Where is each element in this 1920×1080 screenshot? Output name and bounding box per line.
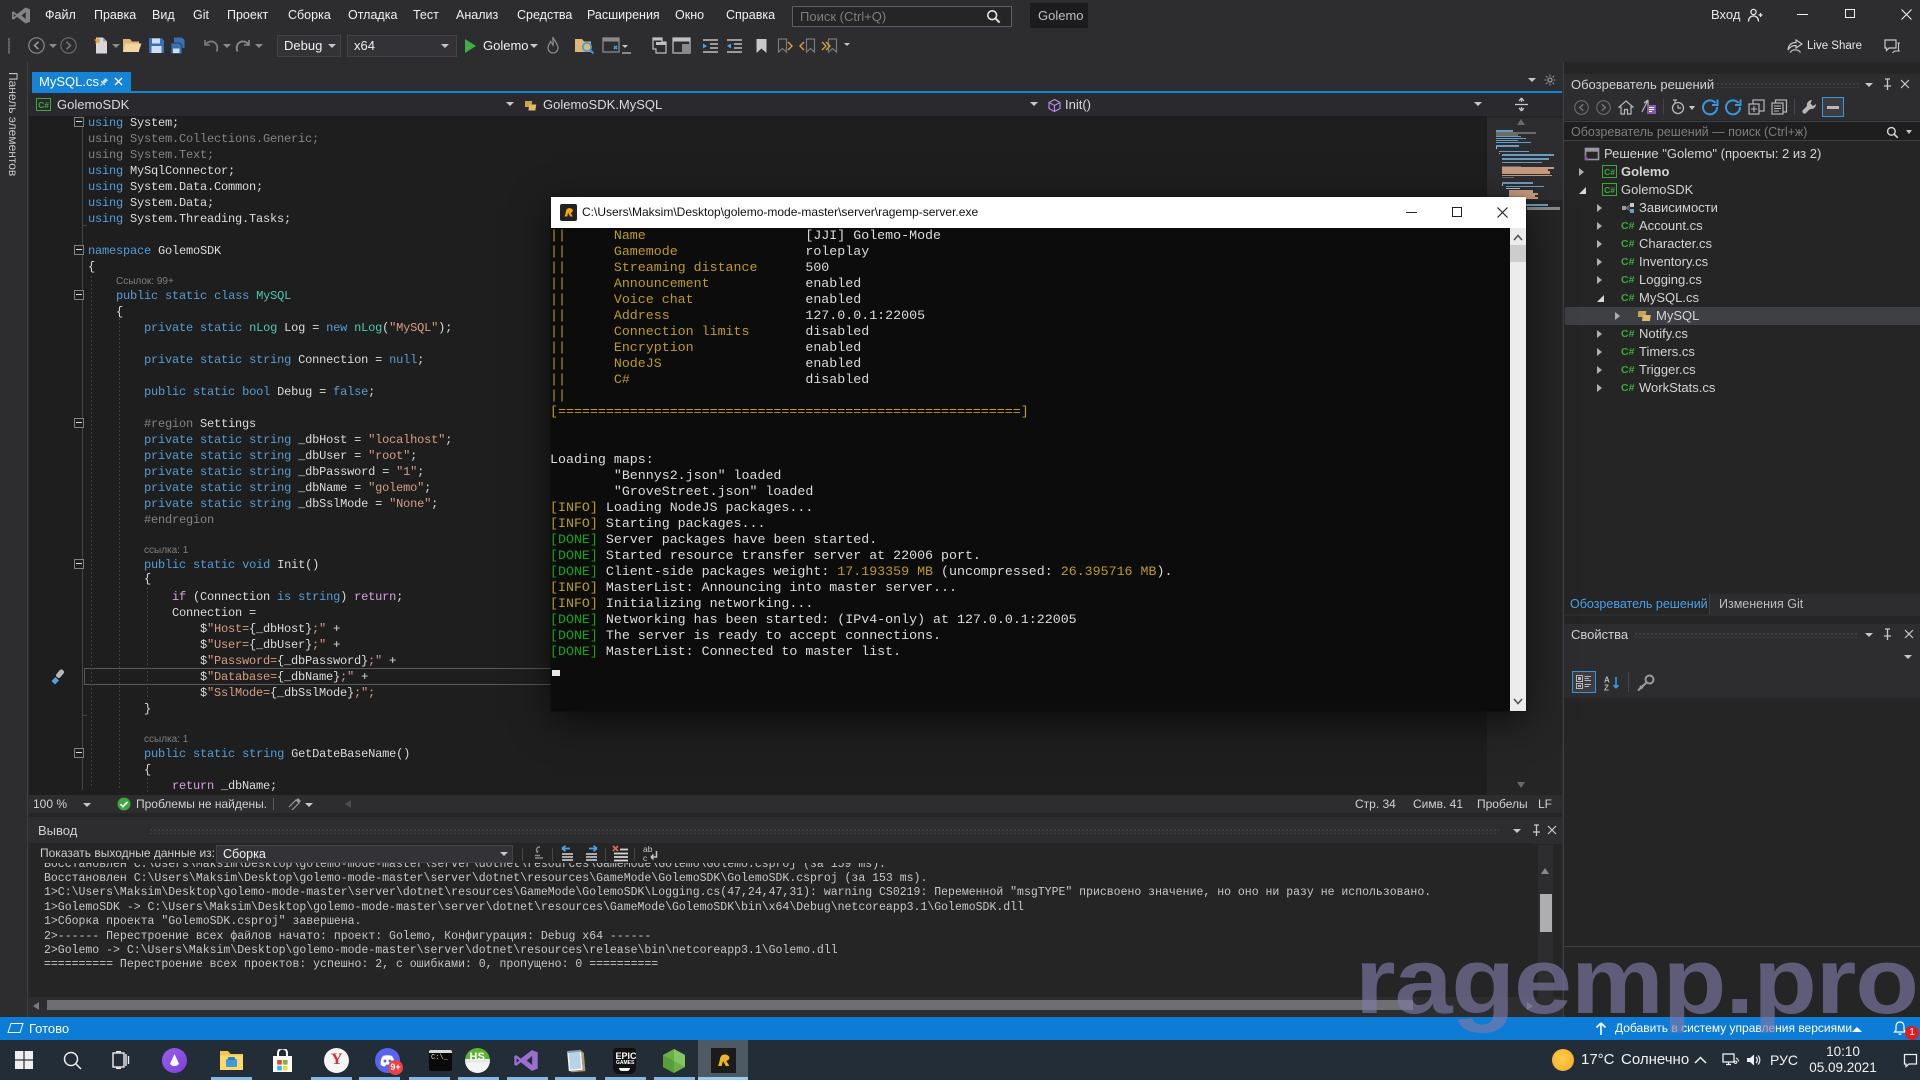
svg-text:Z: Z bbox=[1604, 684, 1609, 692]
svg-text:c: c bbox=[643, 853, 648, 862]
